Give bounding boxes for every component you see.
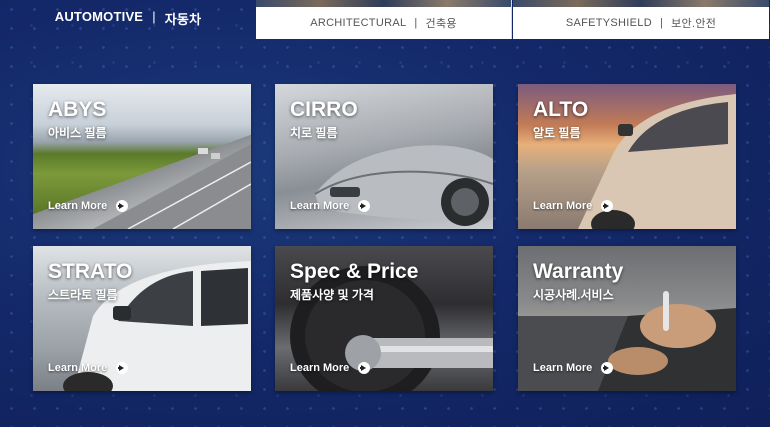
card-title: ABYS — [48, 98, 107, 121]
tab-automotive-ko: 자동차 — [164, 12, 202, 27]
tab-architectural-en: ARCHITECTURAL — [310, 16, 407, 29]
arrow-circle-icon — [601, 200, 614, 212]
learn-more-label: Learn More — [533, 200, 593, 212]
tab-separator: | — [659, 16, 664, 29]
learn-more-link[interactable]: Learn More — [48, 200, 129, 212]
arrow-circle-icon — [358, 200, 371, 212]
card-title: ALTO — [533, 98, 589, 121]
card-subtitle: 아비스 필름 — [48, 126, 107, 140]
arrow-circle-icon — [358, 362, 371, 374]
learn-more-link[interactable]: Learn More — [533, 200, 614, 212]
arrow-circle-icon — [601, 362, 614, 374]
learn-more-label: Learn More — [533, 362, 593, 374]
card-title: CIRRO — [290, 98, 358, 121]
tab-automotive-en: AUTOMOTIVE — [54, 9, 144, 24]
category-tabs: AUTOMOTIVE | 자동차 ARCHITECTURAL | 건축용 SAF… — [0, 0, 770, 39]
arrow-circle-icon — [116, 362, 129, 374]
card-subtitle: 제품사양 및 가격 — [290, 288, 374, 302]
card-title: STRATO — [48, 260, 133, 283]
card-alto[interactable]: ALTO 알토 필름 Learn More — [518, 84, 736, 229]
tab-safetyshield-ko: 보안.안전 — [671, 17, 717, 30]
tab-safetyshield[interactable]: SAFETYSHIELD | 보안.안전 — [513, 0, 769, 39]
learn-more-link[interactable]: Learn More — [290, 200, 371, 212]
card-cirro[interactable]: CIRRO 치로 필름 Learn More — [275, 84, 493, 229]
card-title: Warranty — [533, 260, 624, 283]
tab-separator: | — [152, 9, 156, 24]
card-abys[interactable]: ABYS 아비스 필름 Learn More — [33, 84, 251, 229]
learn-more-link[interactable]: Learn More — [48, 362, 129, 374]
tab-safetyshield-en: SAFETYSHIELD — [565, 16, 652, 29]
learn-more-label: Learn More — [48, 200, 108, 212]
card-subtitle: 시공사례.서비스 — [533, 288, 614, 302]
learn-more-label: Learn More — [48, 362, 108, 374]
tab-automotive[interactable]: AUTOMOTIVE | 자동차 — [0, 0, 256, 39]
arrow-circle-icon — [116, 200, 129, 212]
learn-more-label: Learn More — [290, 362, 350, 374]
tab-architectural-ko: 건축용 — [425, 17, 457, 30]
tab-architectural[interactable]: ARCHITECTURAL | 건축용 — [256, 0, 512, 39]
card-spec-price[interactable]: Spec & Price 제품사양 및 가격 Learn More — [275, 246, 493, 391]
learn-more-link[interactable]: Learn More — [290, 362, 371, 374]
tab-separator: | — [414, 16, 418, 29]
card-title: Spec & Price — [290, 260, 419, 283]
card-strato[interactable]: STRATO 스트라토 필름 Learn More — [33, 246, 251, 391]
learn-more-label: Learn More — [290, 200, 350, 212]
card-subtitle: 치로 필름 — [290, 126, 338, 140]
learn-more-link[interactable]: Learn More — [533, 362, 614, 374]
card-subtitle: 스트라토 필름 — [48, 288, 118, 302]
card-warranty[interactable]: Warranty 시공사례.서비스 Learn More — [518, 246, 736, 391]
card-subtitle: 알토 필름 — [533, 126, 581, 140]
